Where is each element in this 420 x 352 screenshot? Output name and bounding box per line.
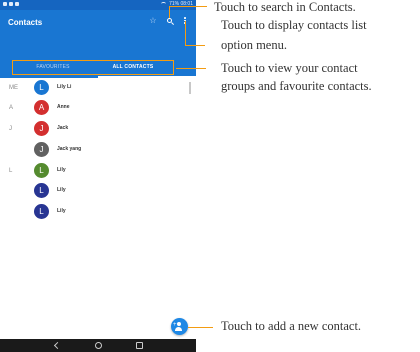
callout-add: Touch to add a new contact. <box>221 319 362 333</box>
contact-name: Lily Li <box>57 84 72 90</box>
back-icon[interactable] <box>53 341 62 350</box>
contact-name: Jack <box>57 125 69 131</box>
search-icon[interactable] <box>165 16 175 26</box>
callout-menu-line2: option menu. <box>221 38 287 52</box>
list-item[interactable]: A A Anne <box>0 100 196 118</box>
callout-tabs-line1: Touch to view your contact <box>221 61 358 75</box>
list-item[interactable]: L L Lily <box>0 163 196 181</box>
notification-icon <box>15 2 19 6</box>
avatar: L <box>34 204 49 219</box>
recent-apps-icon[interactable] <box>136 342 143 349</box>
navigation-bar <box>0 339 196 352</box>
person-icon <box>177 322 181 326</box>
section-letter: A <box>9 105 14 111</box>
star-icon[interactable]: ☆ <box>148 16 158 26</box>
avatar: J <box>34 121 49 136</box>
notification-icon <box>3 2 7 6</box>
callout-line-menu <box>185 21 186 45</box>
section-letter: J <box>9 126 12 132</box>
callout-line-search-horizontal <box>169 6 207 7</box>
callout-tabs-line2: groups and favourite contacts. <box>221 79 372 93</box>
notification-icons <box>3 2 19 6</box>
tab-group: FAVOURITES ALL CONTACTS <box>12 60 174 75</box>
callout-line-tabs <box>176 68 206 69</box>
page-title: Contacts <box>8 18 43 27</box>
notification-icon <box>9 2 13 6</box>
home-icon[interactable] <box>95 342 102 349</box>
phone-screen: 71% 08:01 Contacts ☆ FAVOURITES ALL CONT… <box>0 0 196 352</box>
section-letter: L <box>9 168 13 174</box>
tab-favourites[interactable]: FAVOURITES <box>13 61 93 74</box>
app-bar: Contacts ☆ <box>0 10 196 58</box>
list-item[interactable]: L Lily <box>0 204 196 222</box>
contact-name: Jack yang <box>57 146 82 152</box>
avatar: L <box>34 80 49 95</box>
callout-menu-line1: Touch to display contacts list <box>221 18 367 32</box>
callout-search: Touch to search in Contacts. <box>214 0 356 14</box>
list-item[interactable]: ME L Lily Li <box>0 80 196 98</box>
avatar: L <box>34 163 49 178</box>
contact-name: Lily <box>57 187 66 193</box>
callout-line-search <box>169 6 170 18</box>
avatar: L <box>34 183 49 198</box>
section-letter: ME <box>9 85 18 91</box>
tab-all-contacts[interactable]: ALL CONTACTS <box>93 61 173 74</box>
list-item[interactable]: J J Jack <box>0 121 196 139</box>
contact-name: Anne <box>57 104 70 110</box>
callout-line-add <box>188 327 213 328</box>
callout-line-menu-horizontal <box>185 45 205 46</box>
contact-name: Lily <box>57 167 66 173</box>
wifi-icon <box>161 2 167 6</box>
list-item[interactable]: L Lily <box>0 183 196 201</box>
avatar: J <box>34 142 49 157</box>
add-contact-button[interactable]: + <box>171 318 188 335</box>
avatar: A <box>34 100 49 115</box>
status-bar: 71% 08:01 <box>0 0 196 10</box>
contact-name: Lily <box>57 208 66 214</box>
list-item[interactable]: J Jack yang <box>0 142 196 160</box>
active-tab-indicator <box>98 76 196 78</box>
